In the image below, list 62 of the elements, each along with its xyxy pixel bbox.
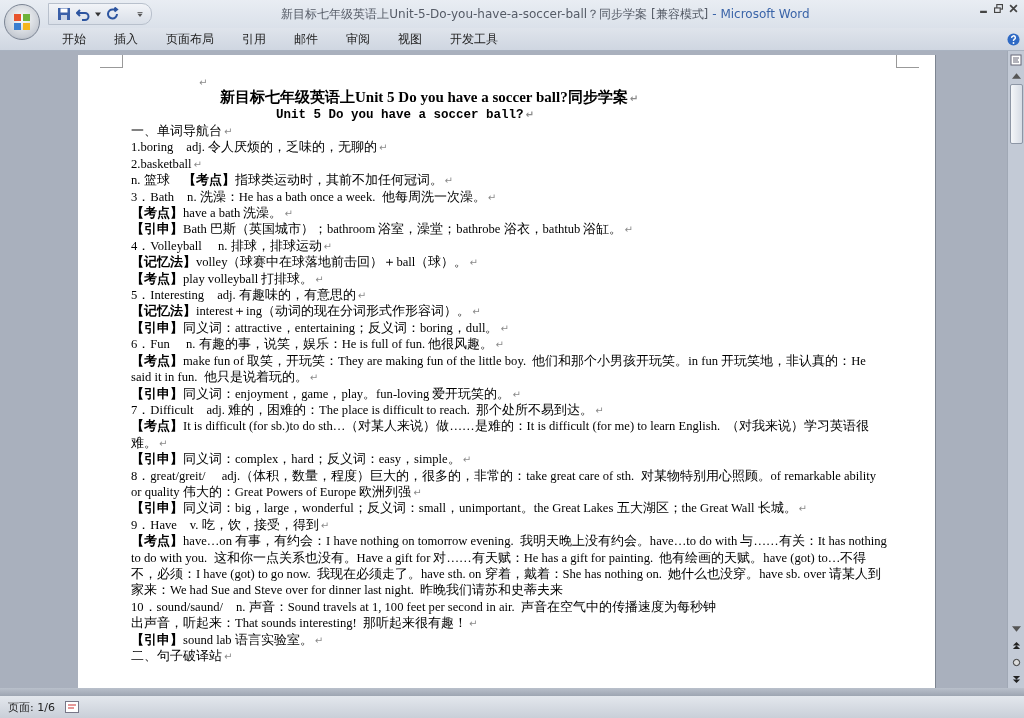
paragraph: 8．great/greit/ adj.（体积，数量，程度）巨大的，很多的，非常的：take great care of sth. 对某物特别用心照顾。of remarkable ability or quality 伟大的：Great Powers of Europe 欧洲列强↵ [131,467,878,501]
vertical-scrollbar[interactable] [1007,51,1024,688]
logo-icon [12,12,32,32]
crop-mark [100,55,123,68]
paragraph: 【记忆法】interest＋ing（动词的现在分词形式作形容词）。↵ [131,303,482,320]
down-arrow-icon[interactable] [1011,626,1021,632]
paragraph: 7．Difficult adj. 难的，困难的：The place is difficult to reach. 那个处所不易到达。↵ [131,401,605,419]
office-button[interactable] [4,4,40,40]
paragraph: 【引申】同义词：enjoyment，game，play。fun-loving 爱开玩笑的。↵ [131,385,522,402]
save-icon[interactable] [57,7,71,21]
paragraph: 9．Have v. 吃，饮，接受，得到↵ [131,516,331,534]
paragraph: 一、单词导航台↵ [131,123,234,140]
ribbon-tab[interactable]: 邮件 [280,30,332,48]
help-icon[interactable] [1007,32,1020,46]
paragraph: 【记忆法】volley（球赛中在球落地前击回）＋ball（球）。↵ [131,254,479,271]
paragraph: 【考点】play volleyball 打排球。↵ [131,270,325,288]
window-title: 新目标七年级英语上Unit-5-Do-you-have-a-soccer-ball？同步学案 [兼容模式] [281,6,709,21]
paragraph: 【引申】sound lab 语言实验室。↵ [131,631,325,648]
proofing-icon[interactable] [64,701,79,713]
paragraph-mark: ↵ [198,78,209,86]
ribbon-tab[interactable]: 审阅 [332,30,384,48]
customize-icon[interactable] [137,11,143,17]
document-subtitle: Unit 5 Do you have a soccer ball? ↵ [275,107,535,123]
restore-icon[interactable] [994,4,1003,13]
paragraph: 【引申】同义词：complex，hard；反义词：easy，simple。↵ [131,451,473,468]
paragraph: 5．Interesting adj. 有趣味的，有意思的↵ [131,287,368,304]
ribbon-tab[interactable]: 引用 [228,30,280,48]
paragraph: n. 篮球 【考点】指球类运动时，其前不加任何冠词。↵ [131,172,454,189]
paragraph: 【考点】It is difficult (for sb.)to do sth…（对某人来说）做……是难的：It is difficult (for me) to learn English. （对我来说）学习英语很难。↵ [131,418,871,452]
paragraph: 6．Fun n. 有趣的事，说笑，娱乐：He is full of fun. 他很风趣。↵ [131,336,505,353]
paragraph: 二、句子破译站↵ [131,648,234,665]
paragraph: 10．sound/saund/ n. 声音：Sound travels at 1, 100 feet per second in air. 声音在空气中的传播速度为每秒钟 [131,598,717,616]
dropdown-icon[interactable] [95,11,101,17]
paragraph: 1.boring adj. 令人厌烦的，乏味的，无聊的↵ [131,139,389,156]
crop-mark [896,55,919,68]
paragraph: 【考点】make fun of 取笑，开玩笑：They are making fun of the little boy. 他们和那个小男孩开玩笑。in fun 开玩笑地，非认真的：He said it in fun. 他只是说着玩的。↵ [131,352,867,386]
paragraph: 出声音，听起来：That sounds interesting! 那听起来很有趣！↵ [131,615,479,632]
previous-page-icon[interactable] [1011,641,1021,650]
ribbon-tab[interactable]: 页面布局 [152,30,228,48]
up-arrow-icon[interactable] [1011,73,1021,79]
paragraph: 【引申】Bath 巴斯（英国城市）；bathroom 浴室，澡堂；bathrobe 浴衣，bathtub 浴缸。↵ [131,221,634,238]
page-count[interactable]: 页面: 1/6 [8,699,55,715]
paragraph: 【引申】同义词：big，large，wonderful；反义词：small，unimportant。the Great Lakes 五大湖区；the Great Wall 长城。↵ [131,500,808,517]
document-title: 新目标七年级英语上Unit 5 Do you have a soccer ball?同步学案↵ [219,88,640,107]
close-icon[interactable] [1009,4,1018,13]
paragraph: 3．Bath n. 洗澡：He has a bath once a week. 他每周洗一次澡。↵ [131,188,498,206]
paragraph: 4．Volleyball n. 排球，排球运动↵ [131,237,333,255]
app-name: - Microsoft Word [712,6,810,21]
ribbon-tab[interactable]: 开发工具 [436,30,512,48]
ribbon-tab[interactable]: 开始 [48,30,100,48]
scroll-thumb[interactable] [1009,84,1023,144]
ruler-icon[interactable] [1010,54,1022,66]
ribbon-tab[interactable]: 视图 [384,30,436,48]
next-page-icon[interactable] [1011,675,1021,684]
ribbon-tab[interactable]: 插入 [100,30,152,48]
paragraph: 【引申】同义词：attractive，entertaining；反义词：boring，dull。↵ [131,319,510,337]
paragraph: 【考点】have…on 有事，有约会：I have nothing on tomorrow evening. 我明天晚上没有约会。have…to do with 与……有关：It has nothing to do with you. 这和你一点关系也没有。Have a gift for 对……有天赋：He has a gift for painting. 他有绘画的天赋。have (got) to…不得不，必须：I have (got) to go now. 我现在必须走了。have sth. on 穿着，戴着：She has nothing on. 她什么也没穿。have sb. over 请某人到家来：We had Sue and Steve over for dinner last night. 昨晚我们请苏和史蒂夫来 [131,533,888,599]
redo-icon[interactable] [106,7,120,21]
paragraph: 2.basketball↵ [131,155,203,173]
browse-object-icon[interactable] [1011,658,1021,667]
undo-icon[interactable] [76,7,90,21]
paragraph: 【考点】have a bath 洗澡。↵ [131,205,294,222]
